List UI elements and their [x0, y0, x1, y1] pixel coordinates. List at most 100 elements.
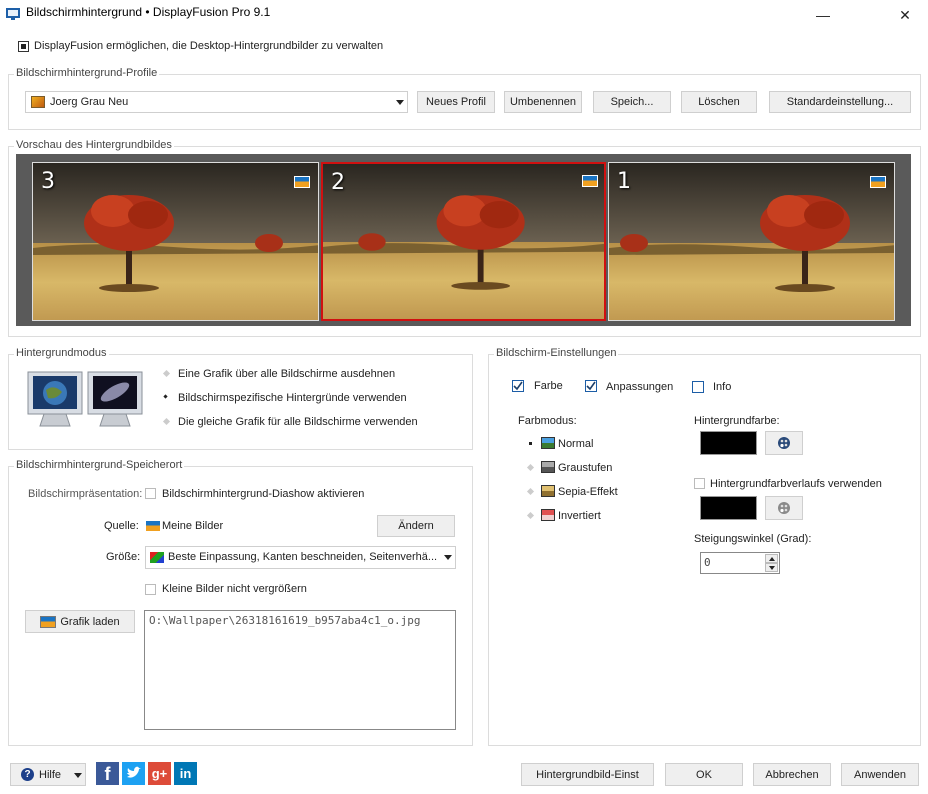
color-mode-invert-label: Invertiert: [558, 510, 601, 522]
grayscale-mode-icon: [541, 461, 555, 473]
monitor-2-number: 2: [331, 170, 345, 195]
location-group-label: Bildschirmhintergrund-Speicherort: [14, 459, 185, 471]
wallpaper-settings-button[interactable]: Hintergrundbild-Einst: [521, 763, 654, 786]
bg-color-label: Hintergrundfarbe:: [694, 415, 780, 427]
minimize-icon: —: [816, 7, 830, 23]
default-settings-button[interactable]: Standardeinstellung...: [769, 91, 911, 113]
enable-label: DisplayFusion ermöglichen, die Desktop-H…: [34, 40, 384, 52]
info-checkbox[interactable]: [692, 381, 704, 393]
spin-down-button[interactable]: [765, 563, 778, 572]
wallpaper-thumbnail: [33, 163, 318, 320]
mode-per-monitor-label: Bildschirmspezifische Hintergründe verwe…: [178, 392, 407, 404]
gradient-label: Hintergrundfarbverlaufs verwenden: [710, 478, 882, 490]
load-image-label: Grafik laden: [60, 615, 120, 628]
bg-color-swatch[interactable]: [700, 431, 757, 455]
rename-profile-button[interactable]: Umbenennen: [504, 91, 582, 113]
window-title: Bildschirmhintergrund • DisplayFusion Pr…: [26, 5, 271, 19]
background-mode-group-label: Hintergrundmodus: [14, 347, 109, 359]
info-check-label: Info: [713, 381, 732, 393]
monitor-1-number: 1: [617, 169, 631, 194]
palette-icon: [778, 437, 790, 449]
pictures-folder-icon: [145, 520, 161, 532]
minimize-button[interactable]: —: [800, 2, 846, 28]
size-label: Größe:: [106, 551, 141, 563]
preview-group-label: Vorschau des Hintergrundbildes: [14, 139, 174, 151]
angle-label: Steigungswinkel (Grad):: [694, 533, 812, 545]
delete-profile-button[interactable]: Löschen: [681, 91, 757, 113]
linkedin-icon[interactable]: in: [174, 762, 197, 785]
chevron-down-icon: [396, 100, 404, 105]
arrow-down-icon: [768, 565, 775, 570]
color-mode-normal-radio[interactable]: [529, 442, 532, 445]
adjust-checkbox[interactable]: [585, 380, 597, 392]
screen-settings-group-label: Bildschirm-Einstellungen: [494, 347, 619, 359]
enable-checkbox[interactable]: [18, 41, 29, 52]
ok-button[interactable]: OK: [665, 763, 743, 786]
profile-select[interactable]: Joerg Grau Neu: [25, 91, 408, 113]
source-label: Quelle:: [104, 520, 139, 532]
facebook-icon[interactable]: f: [96, 762, 119, 785]
monitor-3-preview[interactable]: 3: [32, 162, 319, 321]
color-mode-normal-label: Normal: [558, 438, 594, 450]
load-image-button[interactable]: Grafik laden: [25, 610, 135, 633]
apply-button[interactable]: Anwenden: [841, 763, 919, 786]
no-enlarge-checkbox[interactable]: [145, 584, 156, 595]
displayfusion-app-icon: [6, 8, 20, 20]
invert-mode-icon: [541, 509, 555, 521]
color-mode-sepia-label: Sepia-Effekt: [558, 486, 618, 498]
size-mode-icon: [150, 552, 164, 563]
no-enlarge-label: Kleine Bilder nicht vergrößern: [162, 583, 307, 595]
monitors-illustration-icon: [27, 371, 143, 427]
gradient-checkbox[interactable]: [694, 478, 705, 489]
monitor-1-preview[interactable]: 1: [608, 162, 895, 321]
save-profile-button[interactable]: Speich...: [593, 91, 671, 113]
arrow-up-icon: [768, 556, 775, 561]
wallpaper-thumbnail: [609, 163, 894, 320]
close-button[interactable]: ✕: [882, 2, 928, 28]
help-icon: ?: [21, 768, 34, 781]
slideshow-checkbox[interactable]: [145, 488, 156, 499]
checkmark-icon: [586, 381, 596, 391]
image-path-textbox[interactable]: O:\Wallpaper\26318161619_b957aba4c1_o.jp…: [144, 610, 456, 730]
chevron-down-icon: [74, 773, 82, 778]
help-button[interactable]: ? Hilfe: [10, 763, 86, 786]
googleplus-icon[interactable]: g+: [148, 762, 171, 785]
monitor-2-preview[interactable]: 2: [321, 162, 606, 321]
wallpaper-image-icon: [294, 176, 310, 188]
image-icon: [40, 615, 57, 628]
profiles-group-label: Bildschirmhintergrund-Profile: [14, 67, 160, 79]
bg-color-picker-button[interactable]: [765, 431, 803, 455]
size-select[interactable]: Beste Einpassung, Kanten beschneiden, Se…: [145, 546, 456, 569]
angle-value: 0: [704, 556, 711, 569]
wallpaper-thumbnail: [323, 164, 604, 319]
chevron-down-icon: [444, 555, 452, 560]
gradient-color-swatch[interactable]: [700, 496, 757, 520]
twitter-bird-icon: [127, 766, 141, 778]
screen-settings-group: [488, 354, 921, 746]
cancel-button[interactable]: Abbrechen: [753, 763, 831, 786]
title-bar: Bildschirmhintergrund • DisplayFusion Pr…: [0, 0, 928, 30]
close-icon: ✕: [899, 6, 911, 23]
slideshow-label: Bildschirmpräsentation:: [28, 488, 143, 500]
source-value: Meine Bilder: [162, 520, 224, 532]
color-checkbox[interactable]: [512, 380, 524, 392]
mode-span-label: Eine Grafik über alle Bildschirme ausdeh…: [178, 368, 396, 380]
twitter-icon[interactable]: [122, 762, 145, 785]
gradient-color-picker-button[interactable]: [765, 496, 803, 520]
angle-spinner[interactable]: 0: [700, 552, 780, 574]
profile-select-value: Joerg Grau Neu: [50, 96, 129, 108]
image-path-text: O:\Wallpaper\26318161619_b957aba4c1_o.jp…: [149, 614, 421, 627]
color-check-label: Farbe: [534, 380, 563, 392]
spin-up-button[interactable]: [765, 554, 778, 563]
wallpaper-image-icon: [870, 176, 886, 188]
mode-same-label: Die gleiche Grafik für alle Bildschirme …: [178, 416, 418, 428]
sepia-mode-icon: [541, 485, 555, 497]
size-select-value: Beste Einpassung, Kanten beschneiden, Se…: [168, 551, 438, 563]
new-profile-button[interactable]: Neues Profil: [417, 91, 495, 113]
wallpaper-image-icon: [582, 175, 598, 187]
slideshow-check-label: Bildschirmhintergrund-Diashow aktivieren: [162, 488, 365, 500]
adjust-check-label: Anpassungen: [606, 381, 674, 393]
change-source-button[interactable]: Ändern: [377, 515, 455, 537]
palette-icon: [778, 502, 790, 514]
normal-mode-icon: [541, 437, 555, 449]
